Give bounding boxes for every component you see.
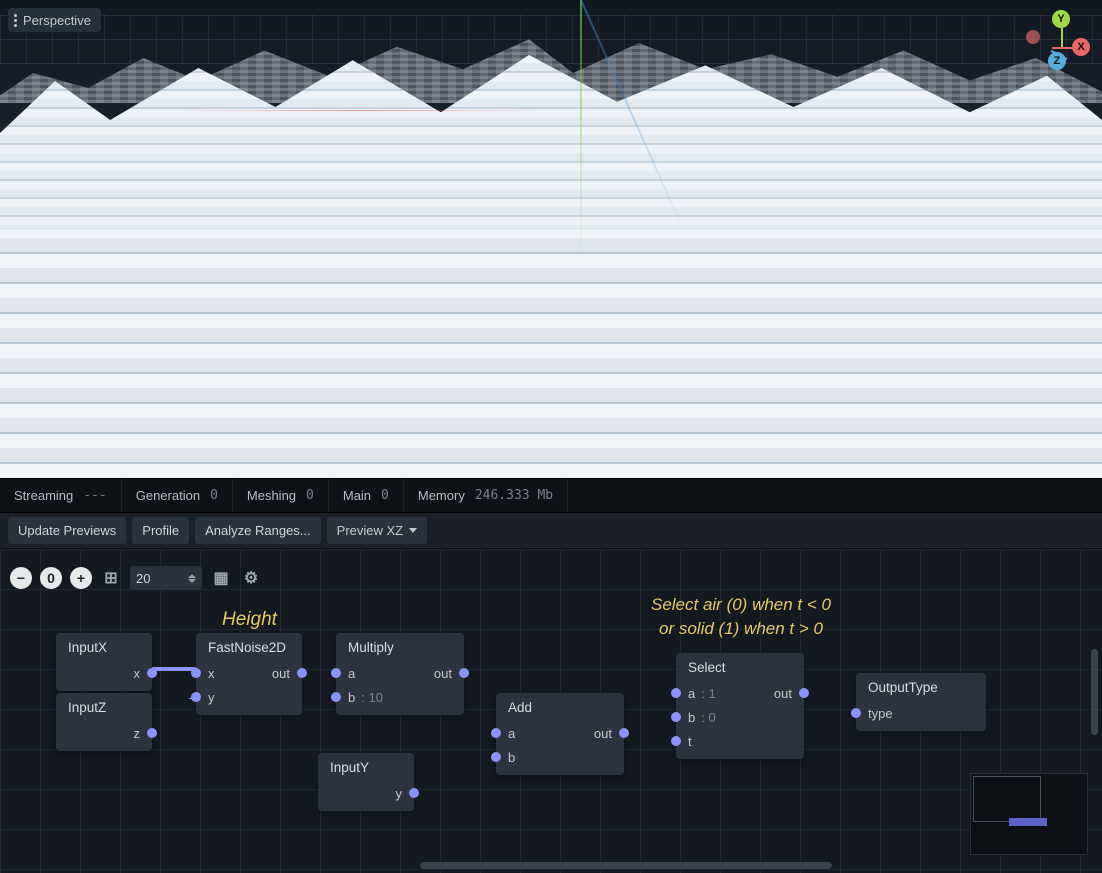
axis-y-line (580, 0, 582, 260)
port-in-x[interactable] (191, 668, 201, 678)
port-in-a[interactable] (671, 688, 681, 698)
port-in-a[interactable] (331, 668, 341, 678)
gizmo-y-axis[interactable]: Y (1052, 10, 1070, 28)
status-bar: Streaming --- Generation 0 Meshing 0 Mai… (0, 478, 1102, 513)
node-title: InputZ (56, 693, 152, 721)
graph-settings-icon[interactable]: ⚙ (240, 567, 262, 589)
node-title: Add (496, 693, 624, 721)
status-memory: Memory 246.333 Mb (404, 479, 568, 512)
status-streaming: Streaming --- (0, 479, 122, 512)
gizmo-x-axis[interactable]: X (1072, 38, 1090, 56)
annotation-select-rule: Select air (0) when t < 0 or solid (1) w… (636, 593, 846, 641)
node-graph[interactable]: Height Select air (0) when t < 0 or soli… (0, 549, 1102, 873)
view-mode-chip[interactable]: Perspective (8, 8, 101, 32)
minimap-viewport (973, 776, 1041, 822)
grid-size-spinner[interactable] (130, 566, 202, 590)
graph-iconbar: − 0 + ⊞ ▦ ⚙ (10, 566, 262, 590)
node-inputz[interactable]: InputZ z (56, 693, 152, 751)
port-in-b[interactable] (671, 712, 681, 722)
profile-button[interactable]: Profile (132, 517, 189, 544)
axis-x-line (180, 110, 540, 111)
terrain-render (0, 0, 1102, 478)
chevron-down-icon (409, 528, 417, 533)
zoom-out-button[interactable]: − (10, 567, 32, 589)
status-generation: Generation 0 (122, 479, 233, 512)
graph-scrollbar-horizontal[interactable] (420, 862, 832, 869)
node-multiply[interactable]: Multiply a out b : 10 (336, 633, 464, 715)
node-outputtype[interactable]: OutputType type (856, 673, 986, 731)
status-main: Main 0 (329, 479, 404, 512)
port-out[interactable] (147, 668, 157, 678)
port-in-a[interactable] (491, 728, 501, 738)
layers-icon[interactable]: ▦ (210, 567, 232, 589)
grid-size-input[interactable] (136, 571, 180, 586)
port-in-t[interactable] (671, 736, 681, 746)
graph-toolbar: Update Previews Profile Analyze Ranges..… (0, 513, 1102, 549)
preview-mode-select[interactable]: Preview XZ (327, 517, 427, 544)
orientation-gizmo[interactable]: Y X Z (1010, 10, 1090, 90)
spinner-arrows-icon[interactable] (188, 574, 196, 583)
port-out[interactable] (147, 728, 157, 738)
port-in-y[interactable] (191, 692, 201, 702)
port-in-type[interactable] (851, 708, 861, 718)
zoom-reset-button[interactable]: 0 (40, 567, 62, 589)
gizmo-z-axis[interactable]: Z (1048, 52, 1066, 70)
node-fastnoise2d[interactable]: FastNoise2D x out y (196, 633, 302, 715)
node-inputx[interactable]: InputX x (56, 633, 152, 691)
port-in-b[interactable] (491, 752, 501, 762)
zoom-in-button[interactable]: + (70, 567, 92, 589)
view-mode-label: Perspective (23, 13, 91, 28)
preview-mode-label: Preview XZ (337, 523, 403, 538)
node-add[interactable]: Add a out b (496, 693, 624, 775)
port-out[interactable] (409, 788, 419, 798)
drag-handle-icon (14, 14, 17, 27)
gizmo-neg-axis[interactable] (1026, 30, 1040, 44)
port-out[interactable] (799, 688, 809, 698)
analyze-ranges-button[interactable]: Analyze Ranges... (195, 517, 321, 544)
snap-toggle-icon[interactable]: ⊞ (100, 567, 122, 589)
node-inputy[interactable]: InputY y (318, 753, 414, 811)
node-title: InputX (56, 633, 152, 661)
viewport-3d[interactable]: Perspective Y X Z (0, 0, 1102, 478)
node-title: OutputType (856, 673, 986, 701)
node-title: FastNoise2D (196, 633, 302, 661)
graph-minimap[interactable] (970, 773, 1088, 855)
port-out[interactable] (297, 668, 307, 678)
node-title: InputY (318, 753, 414, 781)
update-previews-button[interactable]: Update Previews (8, 517, 126, 544)
minimap-content (1009, 818, 1047, 826)
graph-scrollbar-vertical[interactable] (1091, 649, 1098, 735)
node-select[interactable]: Select a: 1 out b: 0 t (676, 653, 804, 759)
port-out[interactable] (459, 668, 469, 678)
node-title: Multiply (336, 633, 464, 661)
annotation-height: Height (222, 607, 277, 634)
node-title: Select (676, 653, 804, 681)
port-out[interactable] (619, 728, 629, 738)
port-in-b[interactable] (331, 692, 341, 702)
status-meshing: Meshing 0 (233, 479, 329, 512)
